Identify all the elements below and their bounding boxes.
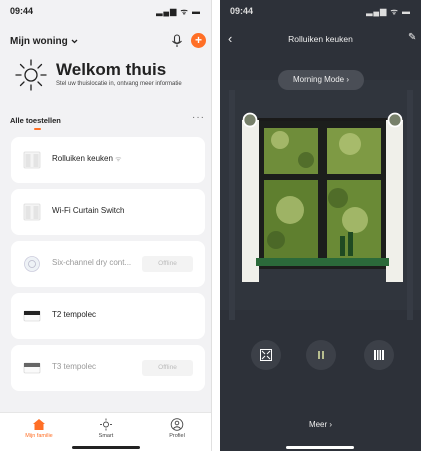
device-name: Rolluiken keuken ᯤ [52,154,122,163]
sun-icon [15,59,47,91]
welcome-heading: Welkom thuis [56,60,167,79]
curtain-icon [23,203,41,221]
device-name: T2 tempolec [52,310,97,319]
wifi-icon: ᯤ [115,156,122,163]
tab-label: Mijn familie [25,433,53,439]
window-curtain-illustration [242,112,403,282]
thermostat-icon [23,310,41,322]
microphone-icon[interactable] [171,34,183,48]
device-control-screen: 09:44 ▂▄▆ ᯤ ▬ ‹ Rolluiken keuken ✎ Morni… [220,0,421,451]
curtain-icon [23,151,41,169]
tab-mijn-familie[interactable]: Mijn familie [14,418,64,439]
close-button[interactable] [364,340,394,370]
offline-badge: Offline [142,256,193,272]
add-device-button[interactable]: + [191,33,206,48]
tab-smart[interactable]: Smart [81,418,131,439]
status-bar: 09:44 ▂▄▆ ᯤ ▬ [230,6,411,18]
device-name: Wi-Fi Curtain Switch [52,206,125,215]
thermostat-icon [23,362,41,374]
device-name: Six-channel dry cont... [52,258,132,267]
device-card-rolluiken-keuken[interactable]: Rolluiken keuken ᯤ [11,137,205,183]
home-indicator [72,446,140,449]
relay-icon [24,256,40,272]
more-options-icon[interactable]: ··· [192,112,205,123]
tab-label: Smart [98,433,114,439]
chevron-down-icon [71,39,78,44]
location-prompt[interactable]: Stel uw thuislocatie in, ontvang meer in… [56,81,182,87]
status-time: 09:44 [230,6,254,16]
status-icons: ▂▄▆ ᯤ ▬ [366,7,411,16]
device-name: T3 tempolec [52,362,97,371]
home-title: Mijn woning [10,36,68,47]
device-card-wifi-curtain-switch[interactable]: Wi-Fi Curtain Switch [11,189,205,235]
status-icons: ▂▄▆ ᯤ ▬ [156,7,201,16]
tab-label: Profiel [169,433,185,439]
tab-profiel[interactable]: Profiel [152,418,202,439]
edit-icon[interactable]: ✎ [408,32,416,43]
close-icon [374,350,384,360]
device-card-six-channel[interactable]: Six-channel dry cont... Offline [11,241,205,287]
home-icon [33,419,45,430]
active-tab-indicator [34,128,41,130]
more-link[interactable]: Meer › [220,420,421,429]
open-icon [260,349,272,361]
open-button[interactable] [251,340,281,370]
profile-icon [170,418,184,431]
status-time: 09:44 [10,6,34,16]
sun-icon [100,418,112,431]
scene-button[interactable]: Morning Mode › [278,70,364,90]
home-selector[interactable]: Mijn woning [10,36,78,47]
device-card-t3-tempolec[interactable]: T3 tempolec Offline [11,345,205,391]
pause-button[interactable] [306,340,336,370]
home-indicator [286,446,354,449]
status-bar: 09:44 ▂▄▆ ᯤ ▬ [10,6,201,18]
device-title: Rolluiken keuken [288,34,353,44]
offline-badge: Offline [142,360,193,376]
pause-icon [318,351,324,359]
device-list-screen: 09:44 ▂▄▆ ᯤ ▬ Mijn woning + Welkom thuis… [0,0,212,451]
device-card-t2-tempolec[interactable]: T2 tempolec [11,293,205,339]
tab-all-devices[interactable]: Alle toestellen [10,116,61,125]
